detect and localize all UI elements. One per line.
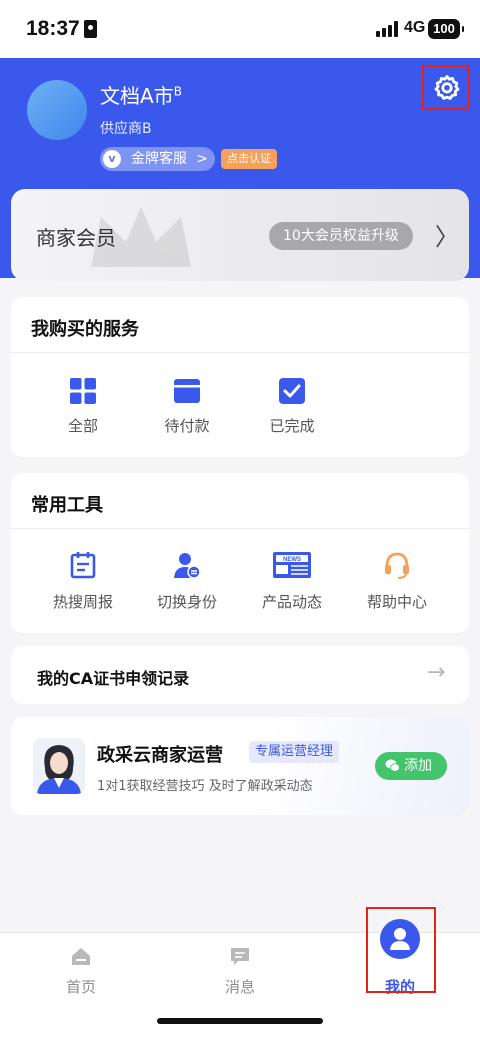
network-label: 4G xyxy=(404,19,426,36)
headset-icon xyxy=(385,552,409,579)
tool-item-label: 帮助中心 xyxy=(366,593,427,611)
purchased-services-card: 我购买的服务 全部 待付款 已完成 xyxy=(11,297,469,457)
chevron-right-icon: > xyxy=(196,151,208,167)
home-indicator[interactable] xyxy=(157,1018,323,1024)
selected-tab-highlight xyxy=(366,907,436,993)
tool-item-product-news[interactable]: NEWS 产品动态 xyxy=(244,551,340,611)
calendar-icon xyxy=(70,552,96,579)
check-icon xyxy=(279,378,305,404)
card-title: 我购买的服务 xyxy=(31,319,139,340)
tool-item-help-center[interactable]: 帮助中心 xyxy=(349,551,445,611)
wechat-icon xyxy=(385,759,400,772)
operations-title: 政采云商家运营 xyxy=(97,745,223,766)
tool-item-switch-identity[interactable]: 切换身份 xyxy=(139,551,235,611)
card-title: 常用工具 xyxy=(31,495,103,516)
user-avatar[interactable] xyxy=(27,80,87,140)
user-role: 供应商B xyxy=(100,121,152,137)
verify-button[interactable]: 点击认证 xyxy=(221,149,277,169)
tab-label: 消息 xyxy=(224,978,255,996)
vip-badge-icon: v xyxy=(103,150,121,168)
tab-messages[interactable]: 消息 xyxy=(200,941,280,1001)
message-icon xyxy=(231,948,249,965)
signal-icon xyxy=(376,21,400,37)
service-item-label: 待付款 xyxy=(164,417,210,435)
tool-item-label: 产品动态 xyxy=(261,593,322,611)
wallet-icon xyxy=(174,379,200,403)
battery-icon: 100 xyxy=(428,19,464,39)
chevron-right-icon: 〉 xyxy=(435,223,459,251)
add-wechat-button[interactable]: 添加 xyxy=(375,752,447,780)
service-item-all[interactable]: 全部 xyxy=(35,377,131,437)
merchant-member-card[interactable]: 商家会员 10大会员权益升级 〉 xyxy=(11,189,469,281)
operations-subtitle: 1对1获取经营技巧 及时了解政采动态 xyxy=(97,779,313,794)
gold-service-button[interactable]: v 金牌客服 > xyxy=(100,147,215,171)
service-item-label: 全部 xyxy=(67,417,98,435)
service-item-pending-payment[interactable]: 待付款 xyxy=(139,377,235,437)
manager-tag: 专属运营经理 xyxy=(249,741,340,763)
service-item-label: 已完成 xyxy=(269,417,315,435)
gold-service-label: 金牌客服 xyxy=(131,151,187,167)
ca-certificate-record-row[interactable]: 我的CA证书申领记录 → xyxy=(11,646,469,704)
divider xyxy=(11,352,469,353)
settings-button[interactable] xyxy=(422,65,470,110)
arrow-right-icon: → xyxy=(427,660,446,685)
common-tools-card: 常用工具 热搜周报 切换身份 NEWS 产品动态 帮助中心 xyxy=(11,473,469,633)
tab-label: 首页 xyxy=(65,978,96,996)
user-name: 文档A市B xyxy=(100,80,182,109)
svg-text:NEWS: NEWS xyxy=(283,557,301,563)
gear-icon xyxy=(434,75,460,100)
user-name-sup: B xyxy=(173,84,182,99)
member-title: 商家会员 xyxy=(36,226,116,250)
operations-manager-avatar xyxy=(33,738,85,794)
member-benefit-button[interactable]: 10大会员权益升级 xyxy=(269,222,413,250)
divider xyxy=(11,528,469,529)
merchant-operations-card: 政采云商家运营 专属运营经理 1对1获取经营技巧 及时了解政采动态 添加 xyxy=(11,717,469,815)
add-label: 添加 xyxy=(404,758,432,774)
user-name-text: 文档A市 xyxy=(100,84,174,108)
home-icon xyxy=(72,948,90,965)
news-icon: NEWS xyxy=(273,552,311,578)
ca-record-label: 我的CA证书申领记录 xyxy=(37,669,190,688)
grid-icon xyxy=(70,378,96,404)
service-item-completed[interactable]: 已完成 xyxy=(244,377,340,437)
switch-user-icon xyxy=(174,553,201,579)
status-time: 18:37 xyxy=(26,17,80,40)
tool-item-hot-search-weekly[interactable]: 热搜周报 xyxy=(35,551,131,611)
tool-item-label: 切换身份 xyxy=(156,593,217,611)
sim-card-icon xyxy=(84,20,97,38)
tab-home[interactable]: 首页 xyxy=(41,941,121,1001)
tool-item-label: 热搜周报 xyxy=(52,593,113,611)
status-bar: 18:37 4G 100 xyxy=(0,0,480,58)
